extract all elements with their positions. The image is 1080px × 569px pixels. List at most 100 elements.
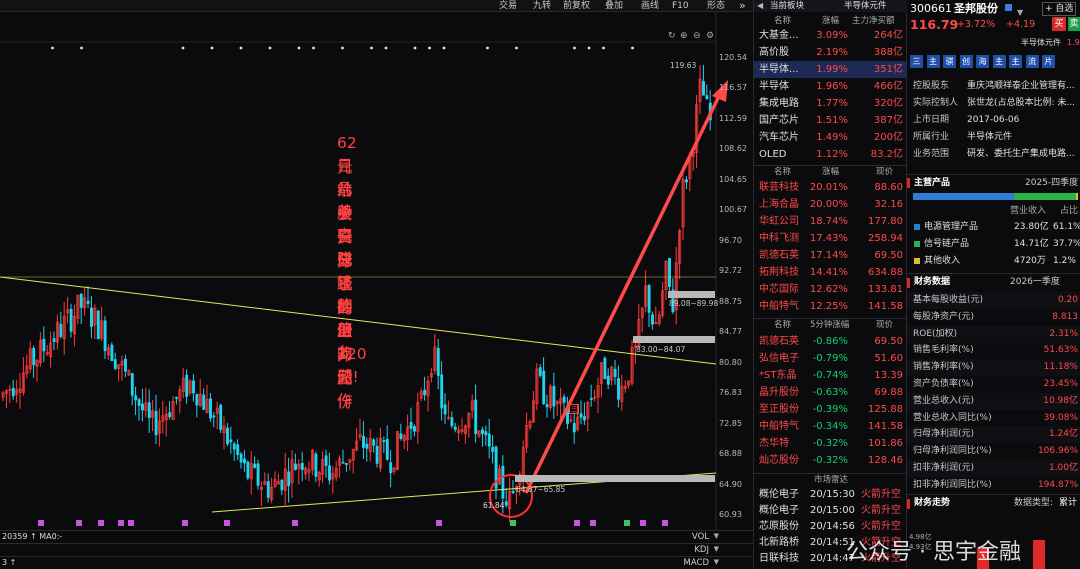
radar-row[interactable]: 芯原股份 20/14:56 火箭升空 (754, 519, 908, 535)
fin-value: 1.24亿 (1048, 429, 1078, 440)
chevron-down-icon[interactable]: ▼ (714, 532, 719, 540)
signal-dot (602, 46, 605, 50)
toolbar-trade-button[interactable]: 交易 (496, 0, 520, 12)
fivemin-row[interactable]: 杰华特 -0.32% 101.86 (754, 435, 908, 452)
sector-row[interactable]: 汽车芯片 1.49% 200亿 (754, 129, 908, 146)
toolbar-overlay-button[interactable]: 叠加 (602, 0, 626, 12)
zoom-out-icon[interactable]: ⊖ (693, 31, 701, 41)
candle-body (294, 463, 297, 470)
stock-name: 中芯国际 (759, 284, 799, 295)
product-share: 61.1% (1053, 222, 1080, 232)
sector-change: 1.96% (816, 81, 848, 92)
toolbar-adjust-button[interactable]: 前复权 (560, 0, 593, 12)
mover-row[interactable]: 华虹公司 18.74% 177.80 (754, 213, 908, 230)
signal-marker[interactable]: 三 (569, 404, 579, 414)
vol-indicator-tab[interactable]: VOL (692, 532, 709, 542)
candle-body (443, 404, 447, 415)
buy-button[interactable]: 买 (1052, 17, 1066, 31)
kdj-indicator-tab[interactable]: KDJ (694, 545, 709, 555)
refresh-icon[interactable]: ↻ (668, 31, 676, 41)
tab-semiconductor[interactable]: 半导体元件 (844, 0, 887, 12)
chevron-down-icon[interactable]: ▼ (714, 558, 719, 566)
fivemin-row[interactable]: 至正股份 -0.39% 125.88 (754, 401, 908, 418)
product-row[interactable]: 电源管理产品 23.80亿 61.1% (907, 219, 1080, 236)
radar-time: 20/15:00 (810, 505, 855, 516)
fivemin-row[interactable]: *ST东晶 -0.74% 13.39 (754, 367, 908, 384)
sell-button[interactable]: 卖 (1068, 17, 1080, 31)
add-watchlist-button[interactable]: + 自选 (1042, 2, 1077, 16)
mover-row[interactable]: 上海合晶 20.00% 32.16 (754, 196, 908, 213)
settings-icon[interactable]: ⚙ (706, 31, 714, 41)
sector-amount: 320亿 (873, 98, 903, 109)
quick-tab[interactable]: 主 (992, 55, 1006, 68)
fivemin-row[interactable]: 凯德石英 -0.86% 69.50 (754, 333, 908, 350)
kline-canvas[interactable] (0, 12, 753, 530)
mover-row[interactable]: 联芸科技 20.01% 88.60 (754, 179, 908, 196)
quick-tab[interactable]: 主 (926, 55, 940, 68)
candle-body (324, 455, 328, 466)
sector-amount: 264亿 (873, 30, 903, 41)
toolbar-nine-turn-button[interactable]: 九转 (530, 0, 554, 12)
mover-row[interactable]: 凯德石英 17.14% 69.50 (754, 247, 908, 264)
mover-row[interactable]: 中芯国际 12.62% 133.81 (754, 281, 908, 298)
mover-row[interactable]: 中科飞测 17.43% 258.94 (754, 230, 908, 247)
sector-row[interactable]: 半导体 1.96% 466亿 (754, 78, 908, 95)
stock-price: 125.88 (868, 404, 903, 415)
candle-body (236, 444, 240, 455)
fin-row: 每股净资产(元) 8.813 (907, 309, 1080, 326)
fivemin-row[interactable]: 晶升股份 -0.63% 69.88 (754, 384, 908, 401)
quick-tab[interactable]: 主 (1009, 55, 1022, 68)
trend-type-value[interactable]: 累计 (1059, 495, 1077, 512)
macd-row: 3 ↑ MACD ▼ (0, 556, 753, 569)
stock-change: -0.86% (812, 336, 848, 347)
fin-period[interactable]: 2026一季度 (1010, 274, 1060, 291)
quick-tab[interactable]: 骐 (943, 55, 956, 68)
ma-legend: 20359 ↑ MA0:- (2, 532, 63, 541)
fivemin-row[interactable]: 灿芯股份 -0.32% 128.46 (754, 452, 908, 469)
fivemin-row[interactable]: 中船特气 -0.34% 141.58 (754, 418, 908, 435)
quick-tab[interactable]: 三 (910, 55, 923, 68)
toolbar-draw-button[interactable]: 画线 (638, 0, 662, 12)
quick-tab[interactable]: 片 (1042, 55, 1055, 68)
fivemin-row[interactable]: 弘信电子 -0.79% 51.60 (754, 350, 908, 367)
stock-price: 69.88 (874, 387, 903, 398)
sector-amount: 83.2亿 (870, 149, 903, 160)
product-name: 电源管理产品 (924, 222, 979, 232)
product-row[interactable]: 信号链产品 14.71亿 37.7% (907, 236, 1080, 253)
info-value: 半导体元件 (967, 132, 1013, 142)
sector-name[interactable]: 半导体元件 (1021, 34, 1061, 51)
stock-price: 141.58 (868, 421, 903, 432)
candle-body (90, 307, 93, 327)
toolbar-f10-button[interactable]: F10 (669, 0, 692, 12)
candle-body (79, 293, 83, 308)
product-row[interactable]: 其他收入 4720万 1.2% (907, 253, 1080, 270)
sector-row[interactable]: 半导体... 1.99% 351亿 (754, 61, 908, 78)
quick-tab[interactable]: 创 (959, 55, 973, 68)
quick-tab[interactable]: 流 (1025, 55, 1039, 68)
chevron-down-icon[interactable]: ▼ (714, 545, 719, 553)
tab-current-sector[interactable]: 当前板块 (770, 0, 804, 12)
macd-indicator-tab[interactable]: MACD (684, 558, 709, 568)
candle-body (314, 453, 318, 477)
candle-body (409, 422, 413, 429)
sector-row[interactable]: OLED 1.12% 83.2亿 (754, 146, 908, 163)
products-period[interactable]: 2025-四季度 (1025, 175, 1078, 191)
zoom-in-icon[interactable]: ⊕ (680, 31, 688, 41)
radar-row[interactable]: 概伦电子 20/15:00 火箭升空 (754, 503, 908, 519)
sector-row[interactable]: 大基金... 3.09% 264亿 (754, 27, 908, 44)
product-revenue: 23.80亿 (1014, 222, 1049, 232)
quick-tab[interactable]: 海 (976, 55, 989, 68)
mover-row[interactable]: 中船特气 12.25% 141.58 (754, 298, 908, 315)
candle-body (487, 433, 491, 447)
fin-row: 营业总收入(元) 10.98亿 (907, 392, 1080, 410)
sector-row[interactable]: 高价股 2.19% 388亿 (754, 44, 908, 61)
section-marker (907, 178, 910, 188)
toolbar-pattern-button[interactable]: 形态 (704, 0, 728, 12)
chevron-left-icon[interactable]: ◀ (757, 0, 763, 12)
sector-row[interactable]: 集成电路 1.77% 320亿 (754, 95, 908, 112)
radar-row[interactable]: 概伦电子 20/15:30 火箭升空 (754, 487, 908, 503)
toolbar-more-icon[interactable]: » (736, 0, 749, 12)
sector-row[interactable]: 国产芯片 1.51% 387亿 (754, 112, 908, 129)
mover-row[interactable]: 拓荆科技 14.41% 634.88 (754, 264, 908, 281)
kline-chart[interactable]: ↻ ⊕ ⊖ ⚙ 120.54 116.57 112.59 108.62 104.… (0, 12, 753, 530)
